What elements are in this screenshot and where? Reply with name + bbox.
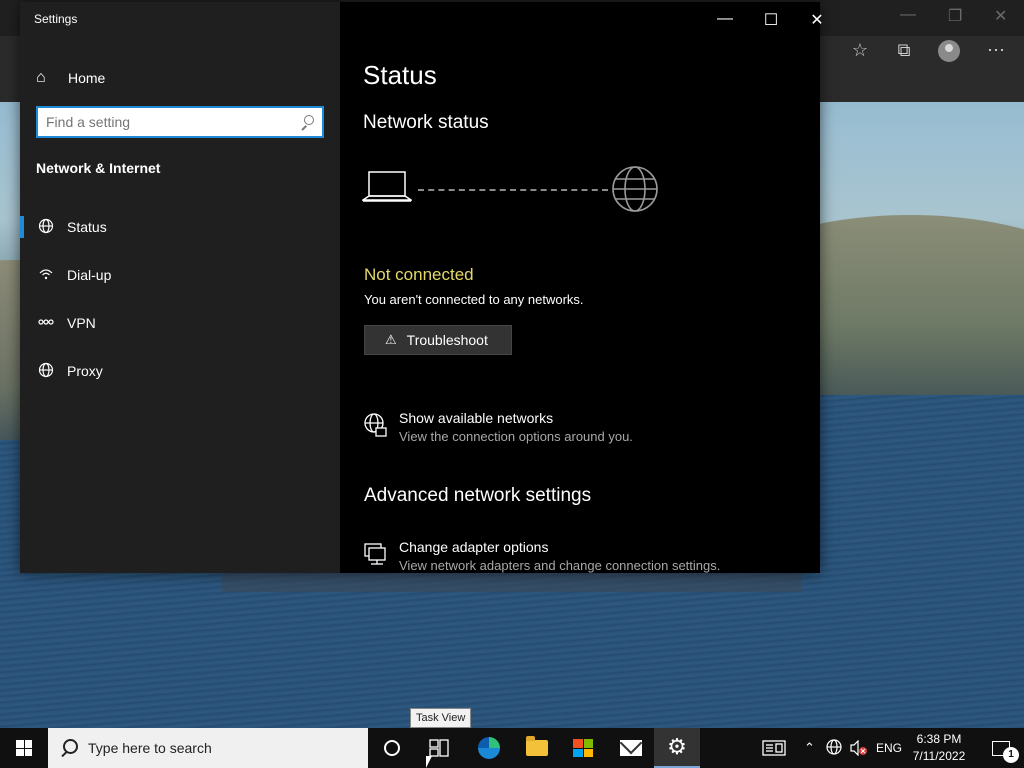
- news-widget-button[interactable]: [762, 728, 786, 768]
- news-icon: [762, 740, 786, 756]
- sidebar-item-vpn[interactable]: VPN: [20, 303, 340, 343]
- laptop-icon: [362, 171, 412, 202]
- settings-content: — ☐ ✕ Status Network status Not connecte…: [340, 2, 824, 573]
- page-title: Status: [363, 60, 437, 90]
- edge-taskbar-button[interactable]: [466, 728, 512, 768]
- favorites-icon[interactable]: ☆: [848, 40, 872, 61]
- globe-icon: [36, 218, 56, 237]
- search-icon: [60, 739, 78, 757]
- task-view-button[interactable]: [416, 728, 462, 768]
- taskbar-search-box[interactable]: Type here to search: [48, 728, 368, 768]
- browser-close-icon[interactable]: ✕: [994, 6, 1007, 26]
- globe-icon: [36, 362, 56, 381]
- sidebar-item-proxy[interactable]: Proxy: [20, 351, 340, 391]
- clock-time: 6:38 PM: [916, 732, 962, 746]
- cortana-button[interactable]: [369, 728, 415, 768]
- edge-icon: [478, 737, 500, 759]
- find-setting-search[interactable]: [36, 106, 324, 138]
- file-explorer-button[interactable]: [514, 728, 560, 768]
- settings-taskbar-button[interactable]: ⚙: [654, 728, 700, 768]
- network-diagram: [362, 162, 672, 222]
- browser-minimize-icon[interactable]: —: [900, 6, 916, 24]
- chevron-up-icon: ⌃: [804, 740, 815, 755]
- volume-muted-icon: [850, 740, 867, 756]
- nav-home-label: Home: [68, 70, 106, 86]
- dialup-icon: [36, 266, 56, 285]
- sidebar-item-label: VPN: [67, 315, 96, 331]
- window-title: Settings: [34, 12, 78, 26]
- minimize-icon[interactable]: —: [702, 10, 748, 30]
- notification-icon: 1: [992, 740, 1019, 763]
- show-networks-subtitle: View the connection options around you.: [399, 429, 633, 444]
- taskbar: Type here to search ⚙ ⌃ ENG 6:38 PM 7/11…: [0, 728, 1024, 768]
- browser-restore-icon[interactable]: ❐: [948, 6, 962, 26]
- find-setting-input[interactable]: [46, 114, 300, 130]
- search-icon[interactable]: [300, 115, 314, 129]
- gear-icon: ⚙: [667, 734, 687, 759]
- connection-description: You aren't connected to any networks.: [364, 292, 584, 307]
- sidebar-item-label: Dial-up: [67, 267, 112, 283]
- globe-icon: [826, 739, 842, 755]
- mouse-cursor: [426, 756, 432, 768]
- vpn-icon: [36, 314, 56, 333]
- mail-icon: [620, 740, 642, 756]
- adapter-icon: [364, 543, 386, 565]
- change-adapter-options-link[interactable]: Change adapter options View network adap…: [362, 539, 802, 573]
- change-adapter-subtitle: View network adapters and change connect…: [399, 558, 721, 573]
- advanced-network-heading: Advanced network settings: [364, 485, 592, 506]
- clock-date: 7/11/2022: [912, 749, 966, 763]
- show-available-networks-link[interactable]: Show available networks View the connect…: [362, 410, 802, 444]
- close-icon[interactable]: ✕: [794, 10, 840, 30]
- settings-window: Settings ⌂ Home Network & Internet Statu…: [20, 2, 824, 573]
- start-button[interactable]: [0, 728, 48, 768]
- sidebar-section-title: Network & Internet: [36, 160, 161, 176]
- cortana-icon: [384, 740, 400, 756]
- task-view-icon: [429, 739, 449, 757]
- connection-line: [418, 189, 608, 191]
- action-center-button[interactable]: 1: [978, 728, 1024, 768]
- troubleshoot-label: Troubleshoot: [406, 332, 488, 348]
- network-status-heading: Network status: [363, 112, 489, 133]
- maximize-icon[interactable]: ☐: [748, 10, 794, 30]
- notification-badge: 1: [1003, 746, 1019, 763]
- nav-home[interactable]: ⌂ Home: [36, 66, 326, 90]
- taskbar-clock[interactable]: 6:38 PM 7/11/2022: [906, 731, 972, 765]
- sidebar-item-label: Status: [67, 219, 107, 235]
- internet-globe-icon: [612, 166, 658, 212]
- sidebar-item-status[interactable]: Status: [20, 207, 340, 247]
- change-adapter-title: Change adapter options: [399, 539, 549, 555]
- settings-sidebar: Settings ⌂ Home Network & Internet Statu…: [20, 2, 340, 573]
- profile-avatar[interactable]: [938, 40, 960, 62]
- background-window-edge: [222, 572, 802, 592]
- language-indicator[interactable]: ENG: [876, 728, 902, 768]
- volume-tray-button[interactable]: [850, 728, 868, 768]
- network-globe-icon: [364, 413, 387, 437]
- taskbar-search-placeholder: Type here to search: [88, 740, 212, 756]
- active-indicator: [20, 216, 24, 238]
- warning-icon: ⚠: [385, 332, 397, 347]
- sidebar-item-label: Proxy: [67, 363, 103, 379]
- connection-state: Not connected: [364, 265, 474, 284]
- windows-logo-icon: [16, 740, 32, 756]
- more-options-icon[interactable]: ⋯: [984, 40, 1008, 61]
- troubleshoot-button[interactable]: ⚠ Troubleshoot: [364, 325, 512, 355]
- store-button[interactable]: [560, 728, 606, 768]
- home-icon: ⌂: [36, 69, 46, 86]
- show-hidden-icons-button[interactable]: ⌃: [804, 728, 815, 768]
- collections-icon[interactable]: ⧉: [892, 40, 916, 61]
- network-tray-button[interactable]: [826, 728, 844, 768]
- store-icon: [573, 739, 593, 757]
- task-view-tooltip: Task View: [410, 708, 472, 728]
- sidebar-item-dial-up[interactable]: Dial-up: [20, 255, 340, 295]
- show-networks-title: Show available networks: [399, 410, 554, 426]
- mail-button[interactable]: [608, 728, 654, 768]
- folder-icon: [526, 736, 548, 756]
